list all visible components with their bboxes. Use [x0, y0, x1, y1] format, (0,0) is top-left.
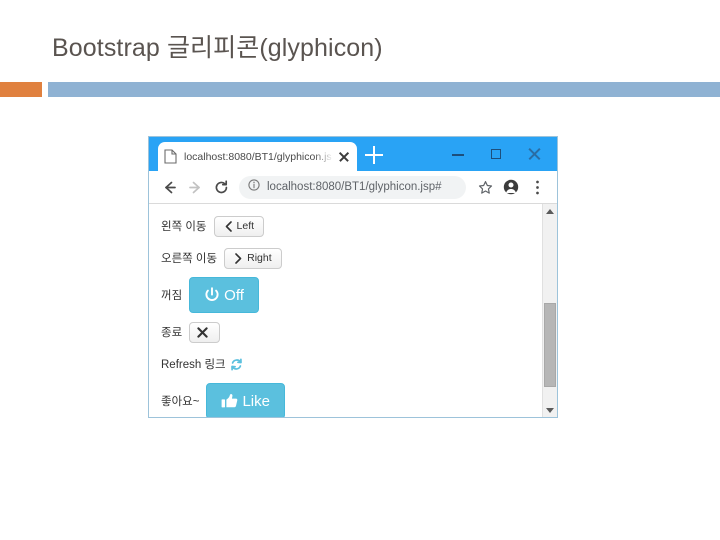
chevron-right-icon	[234, 252, 243, 264]
row-refresh: Refresh 링크	[161, 351, 542, 377]
browser-tab[interactable]: localhost:8080/BT1/glyphicon.js	[158, 142, 357, 171]
browser-window: localhost:8080/BT1/glyphicon.js localhos…	[148, 136, 558, 418]
right-button[interactable]: Right	[224, 247, 282, 269]
tab-title: localhost:8080/BT1/glyphicon.js	[184, 150, 332, 163]
close-icon[interactable]	[515, 139, 553, 169]
chevron-left-icon	[224, 220, 233, 232]
address-bar[interactable]: localhost:8080/BT1/glyphicon.jsp#	[239, 175, 466, 199]
accent-bar-orange	[0, 82, 42, 97]
three-dot-menu-icon[interactable]	[524, 174, 550, 200]
row-label: 종료	[161, 327, 183, 339]
refresh-icon[interactable]	[230, 357, 243, 371]
scroll-down-arrow-icon[interactable]	[543, 403, 557, 417]
new-tab-button[interactable]	[365, 146, 383, 164]
url-text: localhost:8080/BT1/glyphicon.jsp#	[267, 181, 442, 193]
browser-titlebar: localhost:8080/BT1/glyphicon.js	[149, 137, 557, 171]
thumbs-up-icon	[221, 393, 238, 409]
back-arrow-icon[interactable]	[156, 174, 182, 200]
page-icon	[164, 149, 177, 164]
info-circle-icon[interactable]	[248, 178, 260, 196]
row-label: 오른쪽 이동	[161, 253, 218, 265]
page-scrollbar[interactable]	[542, 204, 557, 417]
page-content: 왼쪽 이동 Left 오른쪽 이동 Right 꺼짐 Off 종료 Refres…	[149, 204, 542, 417]
row-right: 오른쪽 이동 Right	[161, 245, 542, 271]
scroll-up-arrow-icon[interactable]	[543, 204, 557, 218]
left-button-label: Left	[236, 219, 255, 232]
like-button[interactable]: Like	[206, 383, 285, 417]
account-avatar-icon[interactable]	[498, 174, 524, 200]
right-button-label: Right	[247, 251, 272, 264]
accent-bar-blue	[48, 82, 720, 97]
off-button[interactable]: Off	[189, 277, 259, 313]
row-close: 종료	[161, 319, 542, 345]
close-icon[interactable]	[337, 150, 351, 164]
maximize-icon[interactable]	[477, 139, 515, 169]
forward-arrow-icon[interactable]	[182, 174, 208, 200]
remove-x-icon	[197, 326, 208, 338]
row-left: 왼쪽 이동 Left	[161, 213, 542, 239]
like-button-label: Like	[242, 392, 270, 410]
row-label: 꺼짐	[161, 290, 183, 302]
row-off: 꺼짐 Off	[161, 277, 542, 313]
row-like: 좋아요~ Like	[161, 383, 542, 417]
refresh-link[interactable]: Refresh 링크	[161, 356, 243, 372]
minimize-icon[interactable]	[439, 139, 477, 169]
star-icon[interactable]	[472, 174, 498, 200]
off-button-label: Off	[224, 286, 244, 304]
left-button[interactable]: Left	[213, 215, 265, 237]
page-title: Bootstrap 글리피콘(glyphicon)	[52, 34, 383, 62]
scrollbar-thumb[interactable]	[544, 303, 556, 387]
power-off-icon	[204, 287, 220, 303]
window-controls	[439, 137, 553, 171]
page-viewport: 왼쪽 이동 Left 오른쪽 이동 Right 꺼짐 Off 종료 Refres…	[149, 204, 557, 417]
row-label: 좋아요~	[161, 396, 200, 408]
reload-icon[interactable]	[208, 174, 234, 200]
row-label: 왼쪽 이동	[161, 221, 207, 233]
refresh-link-label: Refresh 링크	[161, 359, 226, 371]
remove-button[interactable]	[189, 321, 221, 343]
browser-toolbar: localhost:8080/BT1/glyphicon.jsp#	[149, 171, 557, 204]
